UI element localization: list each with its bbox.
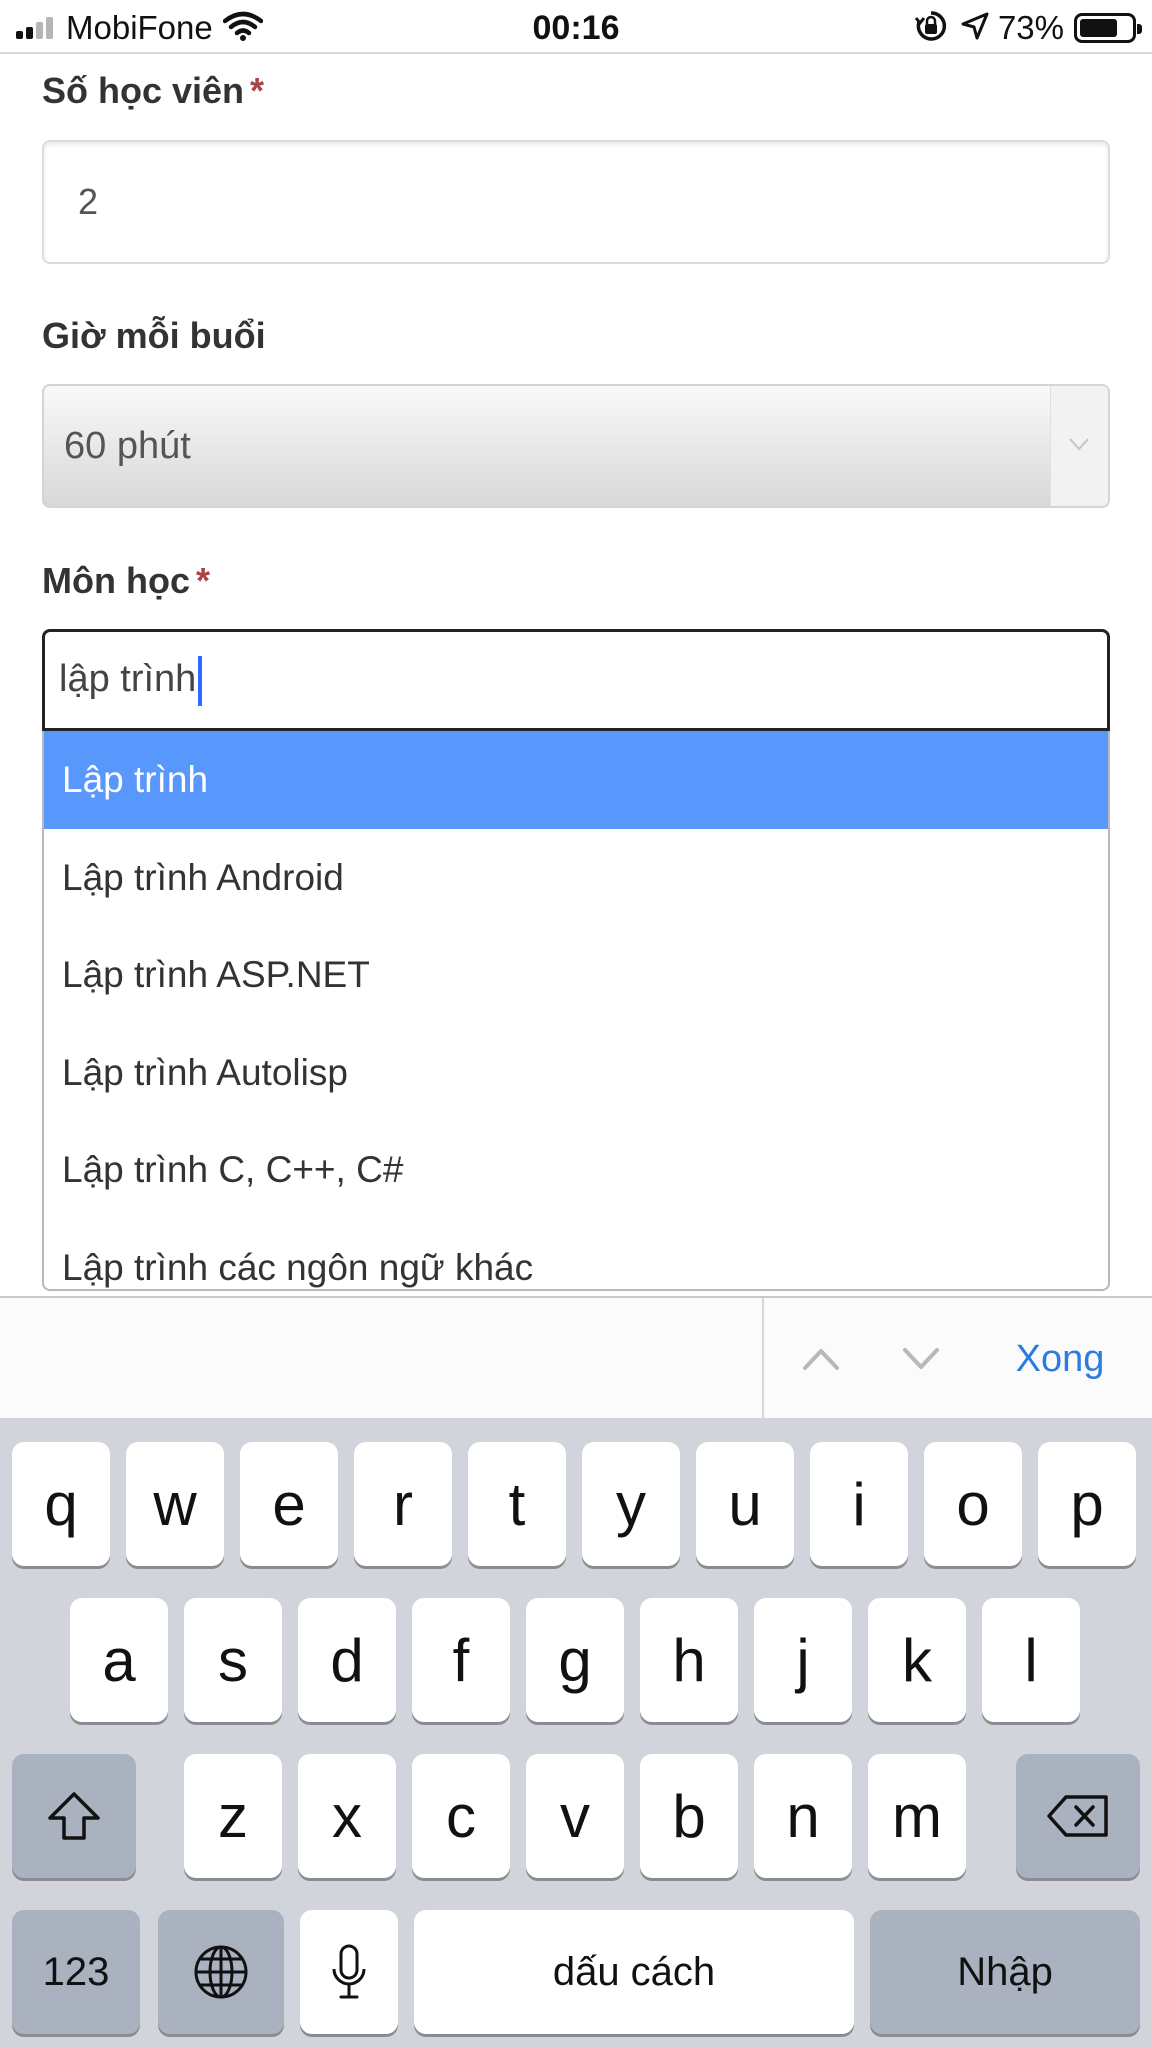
- required-mark: *: [250, 70, 265, 111]
- session-length-label: Giờ mỗi buổi: [42, 315, 266, 357]
- shift-arrow-icon: [48, 1792, 100, 1840]
- dropdown-option[interactable]: Lập trình Android: [44, 829, 1108, 927]
- subject-dropdown: Lập trình Lập trình Android Lập trình AS…: [42, 731, 1110, 1291]
- key-e[interactable]: e: [240, 1442, 338, 1566]
- chevron-down-icon: [903, 1348, 939, 1369]
- status-left: MobiFone: [16, 8, 263, 48]
- status-bar: MobiFone 00:16 73%: [0, 0, 1152, 54]
- key-k[interactable]: k: [868, 1598, 966, 1722]
- battery-icon: [1074, 13, 1142, 43]
- key-f[interactable]: f: [412, 1598, 510, 1722]
- dropdown-option[interactable]: Lập trình C, C++, C#: [44, 1121, 1108, 1219]
- key-h[interactable]: h: [640, 1598, 738, 1722]
- globe-icon: [194, 1945, 248, 1999]
- signal-bars-icon: [16, 17, 56, 39]
- key-i[interactable]: i: [810, 1442, 908, 1566]
- space-key[interactable]: dấu cách: [414, 1910, 854, 2034]
- location-arrow-icon: [960, 11, 990, 46]
- dropdown-option[interactable]: Lập trình Autolisp: [44, 1024, 1108, 1122]
- text-caret: [198, 655, 203, 706]
- status-right: 73%: [914, 8, 1142, 48]
- keyboard-accessory-bar: Xong: [0, 1296, 1152, 1420]
- key-j[interactable]: j: [754, 1598, 852, 1722]
- carrier-name: MobiFone: [66, 9, 213, 46]
- required-mark: *: [195, 560, 210, 601]
- session-length-select[interactable]: 60 phút: [42, 384, 1110, 508]
- key-l[interactable]: l: [982, 1598, 1080, 1722]
- key-s[interactable]: s: [184, 1598, 282, 1722]
- numbers-key[interactable]: 123: [12, 1910, 140, 2034]
- subject-label: Môn học *: [42, 560, 210, 602]
- key-p[interactable]: p: [1038, 1442, 1136, 1566]
- subject-query: lập trình: [59, 658, 197, 700]
- select-arrow: [1050, 386, 1108, 506]
- key-x[interactable]: x: [298, 1754, 396, 1878]
- key-m[interactable]: m: [868, 1754, 966, 1878]
- key-c[interactable]: c: [412, 1754, 510, 1878]
- subject-label-text: Môn học: [42, 560, 190, 601]
- key-q[interactable]: q: [12, 1442, 110, 1566]
- key-u[interactable]: u: [696, 1442, 794, 1566]
- rotation-lock-icon: [914, 9, 948, 48]
- students-value: 2: [78, 181, 99, 222]
- key-y[interactable]: y: [582, 1442, 680, 1566]
- students-input[interactable]: 2: [42, 140, 1110, 264]
- wifi-icon: [222, 11, 263, 46]
- key-d[interactable]: d: [298, 1598, 396, 1722]
- globe-key[interactable]: [158, 1910, 284, 2034]
- next-field-button[interactable]: [890, 1298, 952, 1420]
- shift-key[interactable]: [12, 1754, 136, 1878]
- backspace-icon: [1047, 1795, 1108, 1837]
- key-w[interactable]: w: [126, 1442, 224, 1566]
- key-z[interactable]: z: [184, 1754, 282, 1878]
- backspace-key[interactable]: [1016, 1754, 1140, 1878]
- return-key[interactable]: Nhập: [870, 1910, 1140, 2034]
- key-a[interactable]: a: [70, 1598, 168, 1722]
- chevron-up-icon: [803, 1349, 839, 1370]
- session-length-value: 60 phút: [64, 425, 191, 467]
- chevron-down-icon: [1069, 438, 1089, 451]
- students-label: Số học viên *: [42, 70, 264, 112]
- dropdown-option[interactable]: Lập trình các ngôn ngữ khác: [44, 1219, 1108, 1290]
- done-label: Xong: [1015, 1337, 1105, 1380]
- key-t[interactable]: t: [468, 1442, 566, 1566]
- key-r[interactable]: r: [354, 1442, 452, 1566]
- microphone-icon: [332, 1944, 366, 1999]
- dictation-key[interactable]: [300, 1910, 398, 2034]
- previous-field-button[interactable]: [790, 1298, 852, 1420]
- key-n[interactable]: n: [754, 1754, 852, 1878]
- battery-percent: 73%: [997, 9, 1064, 46]
- keyboard: q w e r t y u i o p a s d f g h j k l z …: [0, 1418, 1152, 2048]
- battery-fill: [1080, 19, 1117, 37]
- key-o[interactable]: o: [924, 1442, 1022, 1566]
- key-b[interactable]: b: [640, 1754, 738, 1878]
- subject-search-input[interactable]: lập trình: [42, 629, 1110, 731]
- key-g[interactable]: g: [526, 1598, 624, 1722]
- students-label-text: Số học viên: [42, 70, 245, 111]
- dropdown-option[interactable]: Lập trình ASP.NET: [44, 926, 1108, 1024]
- key-v[interactable]: v: [526, 1754, 624, 1878]
- dropdown-option[interactable]: Lập trình: [44, 731, 1108, 829]
- done-button[interactable]: Xong: [995, 1298, 1125, 1420]
- session-length-label-text: Giờ mỗi buổi: [42, 315, 266, 356]
